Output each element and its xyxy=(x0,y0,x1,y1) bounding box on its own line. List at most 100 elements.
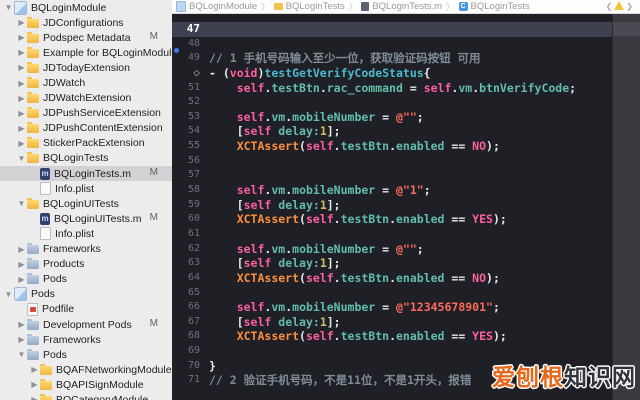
code-line-49[interactable]: 49// 1 手机号码输入至少一位，获取验证码按钮 可用 xyxy=(172,51,612,66)
disclosure-closed-icon[interactable]: ▶ xyxy=(16,124,27,133)
line-number[interactable]: 59 xyxy=(172,198,209,213)
line-number[interactable]: 65 xyxy=(172,286,209,301)
code-line-62[interactable]: 62 self. vm. mobileNumber = @""; xyxy=(172,242,612,257)
code-line-66[interactable]: 66 self. vm. mobileNumber = @"12345678901"… xyxy=(172,300,612,315)
line-number[interactable]: 53 xyxy=(172,110,209,125)
disclosure-open-icon[interactable]: ▼ xyxy=(16,199,27,208)
line-number[interactable]: 51 xyxy=(172,81,209,96)
sidebar-item-podfile[interactable]: Podfile xyxy=(0,302,172,317)
jumpbar-segment-bqlogintests-m[interactable]: BQLoginTests.m xyxy=(361,1,442,12)
sidebar-item-pods[interactable]: ▼ Pods xyxy=(0,347,172,362)
sidebar-item-info-plist[interactable]: Info.plist xyxy=(0,226,172,241)
back-chevron-icon[interactable]: ❮ xyxy=(606,2,613,11)
jumpbar-segment-bqlogintests[interactable]: BQLoginTests xyxy=(273,1,345,12)
sidebar-item-podspec-metadata[interactable]: ▶ Podspec Metadata M xyxy=(0,30,172,45)
code-line-57[interactable]: 57 xyxy=(172,168,612,183)
disclosure-open-icon[interactable]: ▼ xyxy=(16,154,27,163)
disclosure-closed-icon[interactable]: ▶ xyxy=(16,48,27,57)
line-number[interactable]: 64 xyxy=(172,271,209,286)
line-number[interactable]: 54 xyxy=(172,124,209,139)
line-number[interactable]: 67 xyxy=(172,315,209,330)
sidebar-item-bqapisignmodule[interactable]: ▶ BQAPISignModule xyxy=(0,377,172,392)
code-area[interactable]: 47 48 49// 1 手机号码输入至少一位，获取验证码按钮 可用 ◇ - (void… xyxy=(172,14,612,388)
line-number[interactable]: 52 xyxy=(172,95,209,110)
disclosure-closed-icon[interactable]: ▶ xyxy=(16,109,27,118)
code-line-59[interactable]: 59 [self delay: 1]; xyxy=(172,198,612,213)
line-number[interactable]: 56 xyxy=(172,154,209,169)
code-line-51[interactable]: 51 self. testBtn. rac_command = self. vm. bt… xyxy=(172,81,612,96)
disclosure-open-icon[interactable]: ▼ xyxy=(16,350,27,359)
warning-icon[interactable] xyxy=(614,1,625,10)
disclosure-closed-icon[interactable]: ▶ xyxy=(16,245,27,254)
jumpbar-segment-bqlogintests[interactable]: C BQLoginTests xyxy=(458,1,530,12)
line-number[interactable]: 62 xyxy=(172,242,209,257)
sidebar-item-bqlogintests-m[interactable]: m BQLoginTests.m M xyxy=(0,166,172,182)
line-number[interactable]: 47 xyxy=(172,22,209,37)
line-number[interactable]: 63 xyxy=(172,256,209,271)
sidebar-item-bqloginuitests[interactable]: ▼ BQLoginUITests xyxy=(0,196,172,211)
sidebar-item-info-plist[interactable]: Info.plist xyxy=(0,181,172,196)
line-number[interactable]: 70 xyxy=(172,359,209,374)
sidebar-item-jdwatchextension[interactable]: ▶ JDWatchExtension xyxy=(0,91,172,106)
sidebar-item-stickerpackextension[interactable]: ▶ StickerPackExtension xyxy=(0,136,172,151)
sidebar-item-bqcategorymodule[interactable]: ▶ BQCategoryModule xyxy=(0,392,172,400)
disclosure-closed-icon[interactable]: ▶ xyxy=(16,63,27,72)
code-line-53[interactable]: 53 self. vm. mobileNumber = @""; xyxy=(172,110,612,125)
disclosure-closed-icon[interactable]: ▶ xyxy=(29,395,40,400)
disclosure-closed-icon[interactable]: ▶ xyxy=(16,33,27,42)
disclosure-closed-icon[interactable]: ▶ xyxy=(29,380,40,389)
source-editor[interactable]: 47 48 49// 1 手机号码输入至少一位，获取验证码按钮 可用 ◇ - (void… xyxy=(172,14,612,400)
disclosure-closed-icon[interactable]: ▶ xyxy=(16,320,27,329)
code-line-55[interactable]: 55 XCTAssert(self. testBtn. enabled == NO)… xyxy=(172,139,612,154)
sidebar-item-pods[interactable]: ▶ Pods xyxy=(0,272,172,287)
code-line-65[interactable]: 65 xyxy=(172,286,612,301)
sidebar-item-development-pods[interactable]: ▶ Development Pods M xyxy=(0,317,172,332)
run-test-diamond-icon[interactable]: ◇ xyxy=(172,66,209,81)
code-line-58[interactable]: 58 self. vm. mobileNumber = @"1"; xyxy=(172,183,612,198)
minimap-strip[interactable] xyxy=(612,14,640,400)
code-line-56[interactable]: 56 xyxy=(172,154,612,169)
code-line-69[interactable]: 69 xyxy=(172,344,612,359)
disclosure-closed-icon[interactable]: ▶ xyxy=(16,139,27,148)
disclosure-open-icon[interactable]: ▼ xyxy=(3,3,14,12)
code-line-63[interactable]: 63 [self delay: 1]; xyxy=(172,256,612,271)
disclosure-closed-icon[interactable]: ▶ xyxy=(16,335,27,344)
code-line-52[interactable]: 52 xyxy=(172,95,612,110)
disclosure-closed-icon[interactable]: ▶ xyxy=(16,260,27,269)
jumpbar-segment-bqloginmodule[interactable]: BQLoginModule xyxy=(176,1,257,12)
code-line-68[interactable]: 68 XCTAssert(self. testBtn. enabled == YES… xyxy=(172,329,612,344)
disclosure-open-icon[interactable]: ▼ xyxy=(3,290,14,299)
disclosure-closed-icon[interactable]: ▶ xyxy=(16,79,27,88)
code-line-67[interactable]: 67 [self delay: 1]; xyxy=(172,315,612,330)
sidebar-item-frameworks[interactable]: ▶ Frameworks xyxy=(0,242,172,257)
sidebar-item-jdwatch[interactable]: ▶ JDWatch xyxy=(0,75,172,90)
line-number[interactable]: 68 xyxy=(172,329,209,344)
sidebar-item-bqafnetworkingmodule[interactable]: ▶ BQAFNetworkingModule xyxy=(0,362,172,377)
line-number[interactable]: 69 xyxy=(172,344,209,359)
disclosure-closed-icon[interactable]: ▶ xyxy=(16,18,27,27)
line-number[interactable]: 66 xyxy=(172,300,209,315)
sidebar-item-pods[interactable]: ▼ Pods xyxy=(0,287,172,302)
sidebar-item-frameworks[interactable]: ▶ Frameworks xyxy=(0,332,172,347)
sidebar-item-jdtodayextension[interactable]: ▶ JDTodayExtension xyxy=(0,60,172,75)
sidebar-item-bqloginuitests-m[interactable]: m BQLoginUITests.m M xyxy=(0,211,172,226)
line-number[interactable]: 49 xyxy=(172,51,209,66)
code-line-47[interactable]: 47 xyxy=(172,22,612,37)
sidebar-item-bqlogintests[interactable]: ▼ BQLoginTests xyxy=(0,151,172,166)
code-line-61[interactable]: 61 xyxy=(172,227,612,242)
disclosure-closed-icon[interactable]: ▶ xyxy=(16,275,27,284)
line-number[interactable]: 57 xyxy=(172,168,209,183)
code-line-50[interactable]: ◇ - (void) testGetVerifyCodeStatus{ xyxy=(172,66,612,81)
sidebar-item-bqloginmodule[interactable]: ▼ BQLoginModule xyxy=(0,0,172,15)
forward-chevron-icon[interactable]: ❯ xyxy=(626,2,633,11)
sidebar-item-jdpushserviceextension[interactable]: ▶ JDPushServiceExtension xyxy=(0,106,172,121)
code-line-48[interactable]: 48 xyxy=(172,37,612,52)
sidebar-item-products[interactable]: ▶ Products xyxy=(0,257,172,272)
line-number[interactable]: 60 xyxy=(172,212,209,227)
code-line-54[interactable]: 54 [self delay: 1]; xyxy=(172,124,612,139)
line-number[interactable]: 55 xyxy=(172,139,209,154)
code-line-60[interactable]: 60 XCTAssert(self. testBtn. enabled == YES… xyxy=(172,212,612,227)
sidebar-item-example-for-bqloginmodule[interactable]: ▶ Example for BQLoginModule xyxy=(0,45,172,60)
line-number[interactable]: 71 xyxy=(172,373,209,388)
disclosure-closed-icon[interactable]: ▶ xyxy=(16,94,27,103)
